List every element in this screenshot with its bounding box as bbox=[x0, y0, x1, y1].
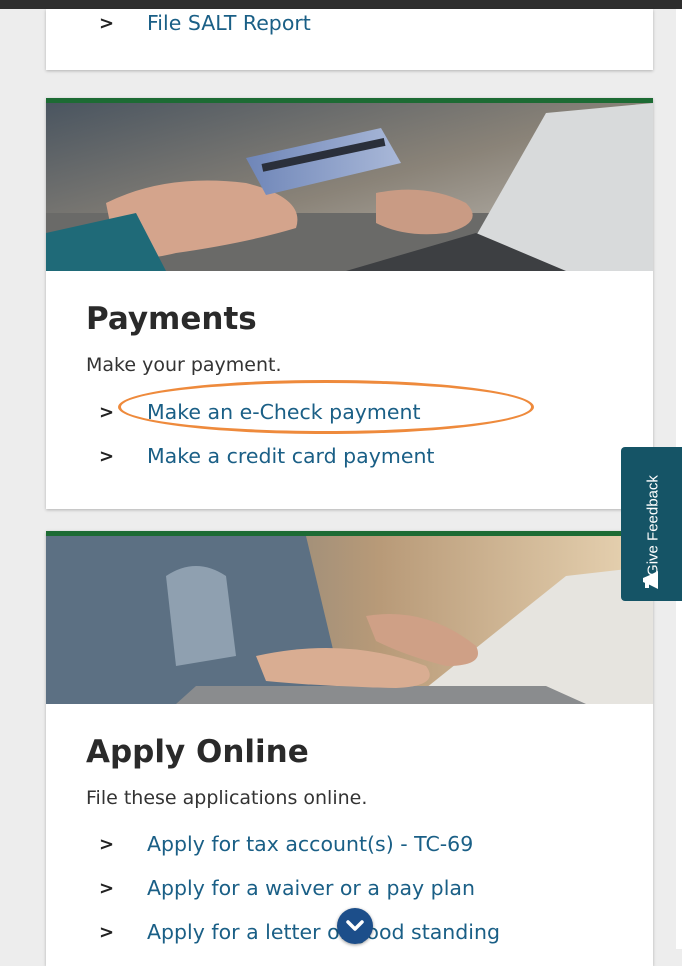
link-label[interactable]: Apply for a waiver or a pay plan bbox=[147, 876, 475, 900]
chevron-right-icon: > bbox=[99, 445, 115, 467]
link-echeck-payment[interactable]: > Make an e-Check payment bbox=[99, 400, 421, 424]
apply-online-photo bbox=[46, 536, 653, 704]
megaphone-icon bbox=[643, 571, 658, 589]
link-label[interactable]: Make an e-Check payment bbox=[147, 400, 421, 424]
chevron-right-icon: > bbox=[99, 877, 115, 899]
chevron-right-icon: > bbox=[99, 833, 115, 855]
salt-card: > File SALT Report bbox=[46, 9, 653, 70]
chevron-down-icon bbox=[346, 920, 364, 931]
chevron-right-icon: > bbox=[99, 401, 115, 423]
link-label[interactable]: Apply for tax account(s) - TC-69 bbox=[147, 832, 473, 856]
link-apply-tax-account[interactable]: > Apply for tax account(s) - TC-69 bbox=[99, 832, 473, 856]
link-apply-good-standing[interactable]: > Apply for a letter of good standing bbox=[99, 920, 500, 944]
payments-card: Payments Make your payment. > Make an e-… bbox=[46, 98, 653, 509]
payments-title: Payments bbox=[86, 301, 257, 337]
link-label[interactable]: Make a credit card payment bbox=[147, 444, 434, 468]
apply-online-card: Apply Online File these applications onl… bbox=[46, 531, 653, 966]
link-file-salt-report[interactable]: > File SALT Report bbox=[99, 11, 311, 35]
chevron-right-icon: > bbox=[99, 12, 115, 34]
give-feedback-tab[interactable]: Give Feedback bbox=[621, 447, 682, 601]
link-label[interactable]: File SALT Report bbox=[147, 11, 311, 35]
apply-online-description: File these applications online. bbox=[86, 787, 368, 809]
payments-photo bbox=[46, 103, 653, 271]
link-credit-card-payment[interactable]: > Make a credit card payment bbox=[99, 444, 434, 468]
link-label[interactable]: Apply for a letter of good standing bbox=[147, 920, 500, 944]
link-apply-waiver-pay-plan[interactable]: > Apply for a waiver or a pay plan bbox=[99, 876, 475, 900]
payments-description: Make your payment. bbox=[86, 354, 282, 376]
scroll-down-button[interactable] bbox=[337, 908, 373, 944]
apply-online-title: Apply Online bbox=[86, 734, 309, 770]
status-bar bbox=[0, 0, 682, 9]
chevron-right-icon: > bbox=[99, 921, 115, 943]
